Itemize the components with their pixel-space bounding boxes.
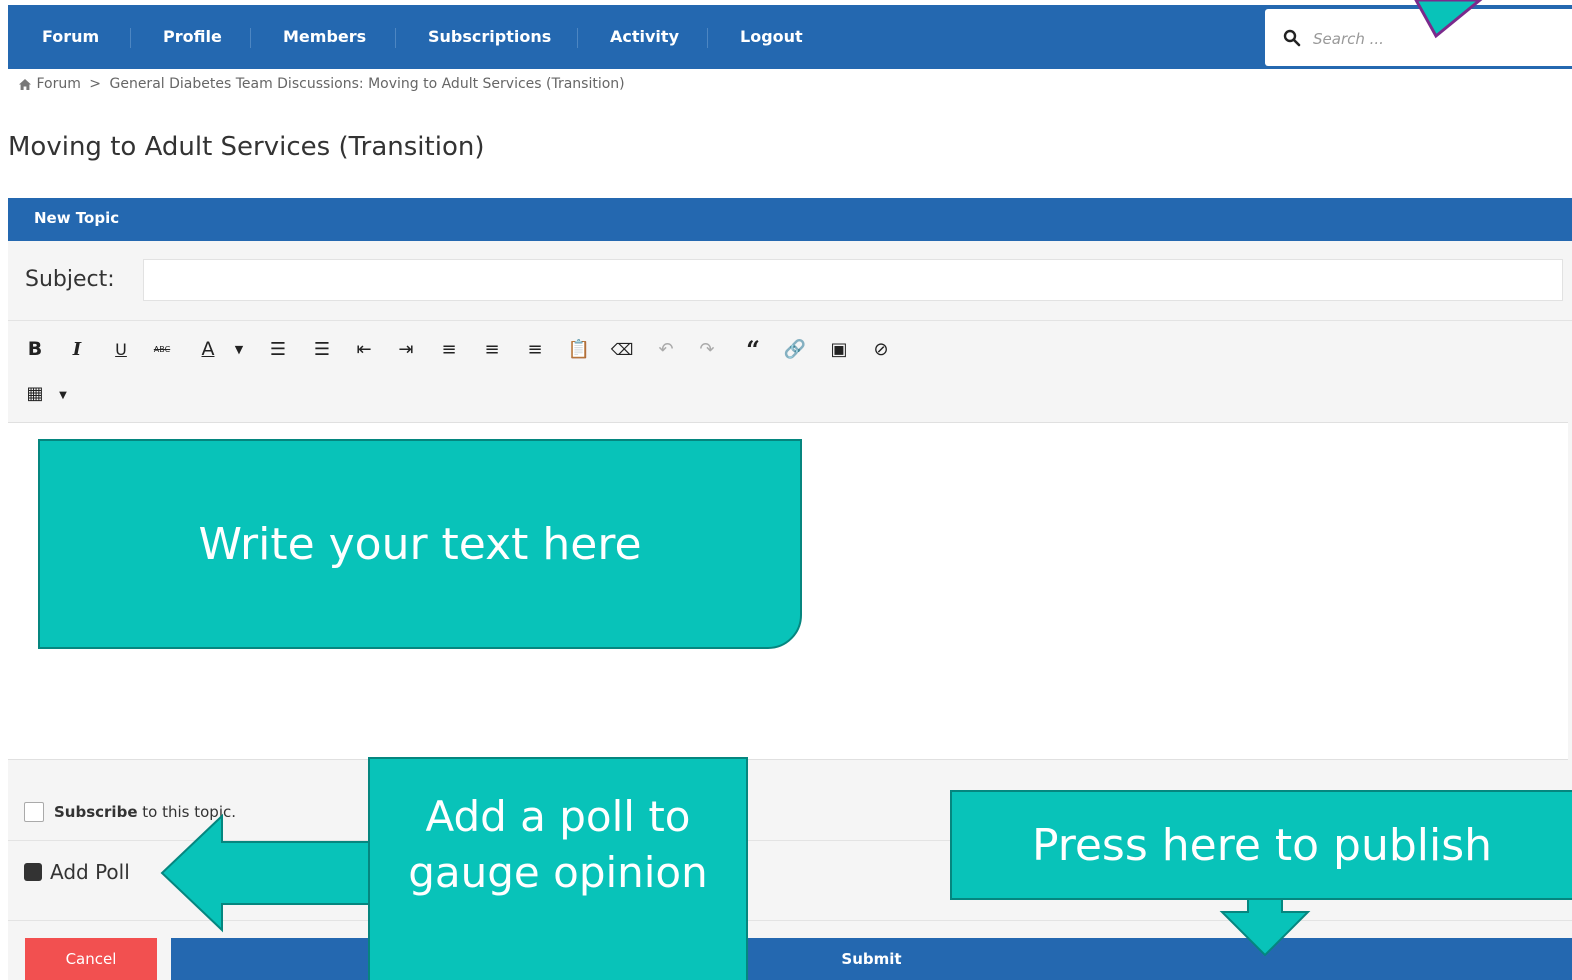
add-poll-callout: Add a poll to gauge opinion bbox=[368, 757, 748, 980]
left-arrow-icon bbox=[160, 813, 371, 933]
publish-callout: Press here to publish bbox=[950, 790, 1572, 900]
down-arrow-icon bbox=[1219, 897, 1311, 957]
add-poll-callout-label: Add a poll to gauge opinion bbox=[408, 792, 708, 897]
publish-callout-label: Press here to publish bbox=[1031, 819, 1493, 871]
search-arrow-icon bbox=[1414, 0, 1483, 39]
